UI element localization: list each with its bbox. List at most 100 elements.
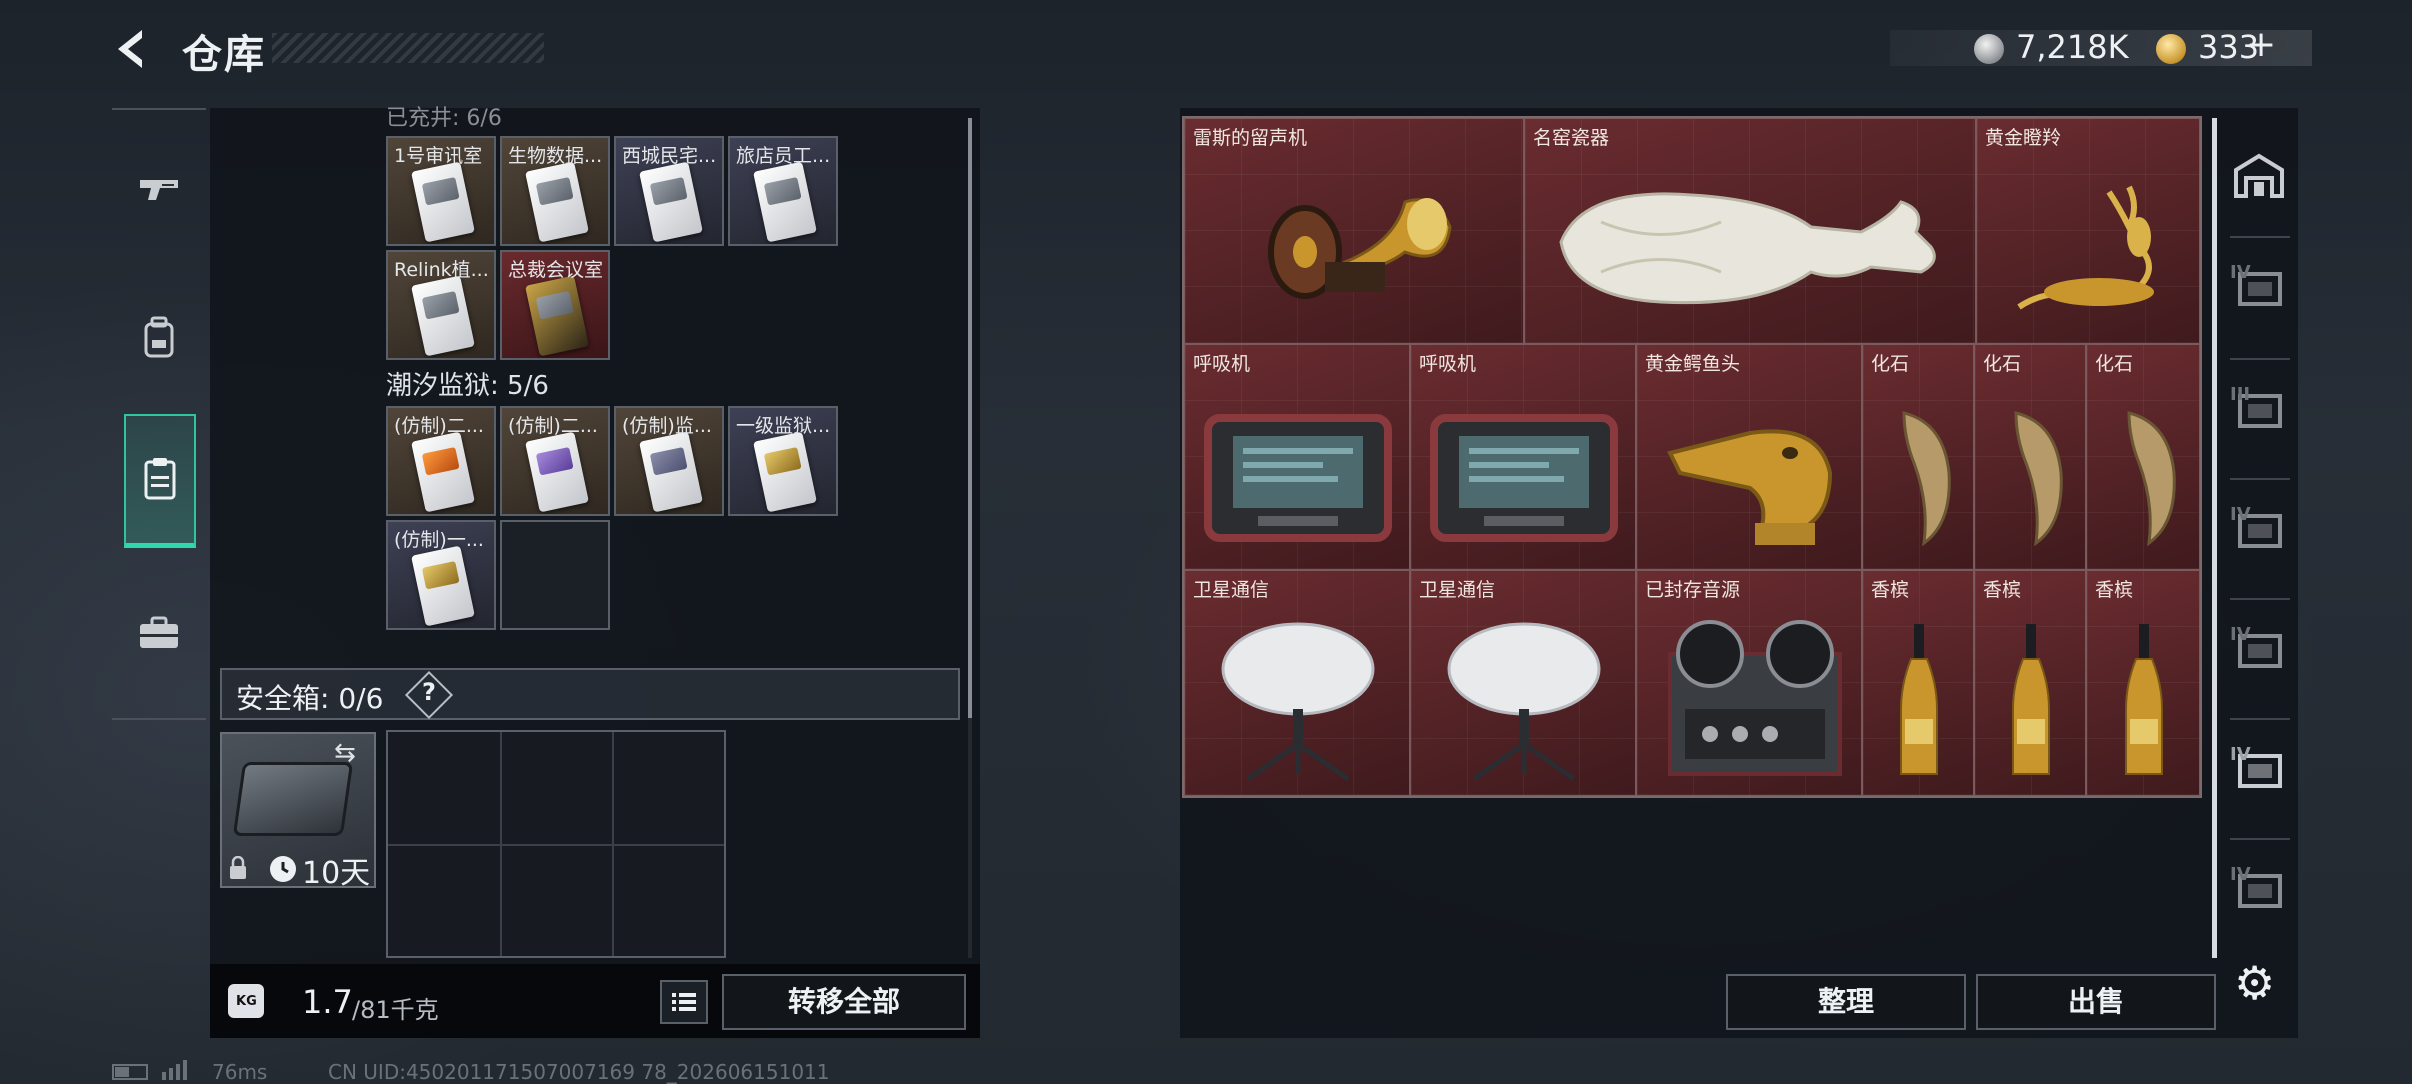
champagne-icon [2114, 614, 2174, 788]
keycard-slot[interactable]: 一级监狱... [728, 406, 838, 516]
storage-item[interactable]: 呼吸机 [1184, 344, 1410, 570]
backpack-icon[interactable] [126, 306, 192, 372]
add-gold-button[interactable]: + [2246, 24, 2276, 65]
keycard-slot[interactable]: 生物数据... [500, 136, 610, 246]
porcelain-vase-icon [1541, 172, 1961, 326]
keycard-slot[interactable]: (仿制)二... [386, 406, 496, 516]
keycard-icon [639, 431, 703, 513]
list-view-button[interactable] [660, 980, 708, 1024]
keycard-icon [525, 431, 589, 513]
right-nav-tab[interactable]: IV [2228, 618, 2290, 680]
sell-button[interactable]: 出售 [1976, 974, 2216, 1030]
right-nav-tab[interactable]: IV [2228, 738, 2290, 800]
item-label: 名窑瓷器 [1533, 127, 1610, 149]
settings-gear-icon[interactable]: ⚙ [2234, 956, 2275, 1010]
swap-icon[interactable]: ⇆ [334, 738, 356, 768]
back-arrow-icon[interactable] [110, 26, 156, 72]
keycard-label: Relink植... [394, 259, 489, 281]
keycard-icon [525, 275, 589, 357]
storage-item[interactable]: 卫星通信 [1184, 570, 1410, 796]
keycard-label: 一级监狱... [736, 415, 831, 437]
keycard-slot[interactable]: (仿制)二... [500, 406, 610, 516]
keycard-label: (仿制)一... [394, 529, 484, 551]
keycard-slot[interactable]: (仿制)一... [386, 520, 496, 630]
gold-gazelle-icon [1989, 167, 2189, 331]
keycard-slot[interactable]: 总裁会议室 [500, 250, 610, 360]
keycard-icon [753, 431, 817, 513]
storage-item[interactable]: 呼吸机 [1410, 344, 1636, 570]
transfer-all-button[interactable]: 转移全部 [722, 974, 966, 1030]
clock-icon [270, 856, 296, 882]
storage-item[interactable]: 黄金鳄鱼头 [1636, 344, 1862, 570]
keycard-icon [639, 161, 703, 243]
keycard-slot[interactable]: Relink植... [386, 250, 496, 360]
keycard-icon [411, 545, 475, 627]
safe-box-grid[interactable] [386, 730, 726, 958]
storage-item[interactable]: 香槟 [2086, 570, 2200, 796]
keycard-icon [525, 161, 589, 243]
gramophone-icon [1245, 172, 1465, 326]
sort-button[interactable]: 整理 [1726, 974, 1966, 1030]
title-decoration [272, 33, 544, 63]
fossil-claw-icon [1874, 393, 1964, 557]
tier-label: IV [2230, 504, 2251, 525]
empty-slot[interactable] [500, 520, 610, 630]
champagne-icon [1889, 614, 1949, 788]
scrollbar-thumb[interactable] [968, 118, 972, 718]
right-nav-tab[interactable]: III [2228, 378, 2290, 440]
keycard-icon [411, 161, 475, 243]
tier-label: IV [2230, 262, 2251, 283]
storage-item[interactable]: 卫星通信 [1410, 570, 1636, 796]
pistol-icon[interactable] [126, 156, 192, 222]
keycard-label: 总裁会议室 [508, 259, 604, 281]
right-nav-tab[interactable]: IV [2228, 498, 2290, 560]
keycard-label: (仿制)二... [394, 415, 484, 437]
group-title-text: 潮汐监狱: 5/6 [386, 371, 549, 401]
storage-item[interactable]: 雷斯的留声机 [1184, 118, 1524, 344]
keycard-icon [411, 431, 475, 513]
silver-amount: 7,218K [2016, 28, 2129, 66]
ventilator-icon [1424, 398, 1624, 552]
right-scrollbar[interactable] [2212, 118, 2217, 958]
keycard-slot[interactable]: 旅店员工... [728, 136, 838, 246]
safe-box-label-text: 安全箱: [236, 682, 330, 715]
storage-item[interactable]: 黄金瞪羚 [1976, 118, 2200, 344]
keycard-slot[interactable]: (仿制)监... [614, 406, 724, 516]
storage-item[interactable]: 化石 [1974, 344, 2086, 570]
page-title: 仓库 [182, 32, 266, 78]
tier-label: IV [2230, 744, 2251, 765]
right-nav-tab[interactable]: IV [2228, 256, 2290, 318]
keycard-icon [753, 161, 817, 243]
right-nav-tab[interactable]: IV [2228, 858, 2290, 920]
item-label: 香槟 [1871, 579, 1910, 601]
item-label: 香槟 [1983, 579, 2022, 601]
battery-icon [112, 1064, 148, 1080]
gold-coin-icon [2156, 34, 2186, 64]
fossil-claw-icon [1986, 393, 2076, 557]
nav-storage-tab[interactable] [124, 414, 196, 548]
storage-item[interactable]: 已封存音源 [1636, 570, 1862, 796]
list-icon [672, 993, 696, 1011]
satellite-dish-icon [1424, 614, 1624, 788]
warehouse-icon[interactable] [2228, 146, 2290, 208]
gold-crocodile-head-icon [1650, 393, 1850, 557]
storage-item[interactable]: 香槟 [1974, 570, 2086, 796]
storage-item[interactable]: 香槟 [1862, 570, 1974, 796]
uid-text: CN UID:450201171507007169 78_20260615101… [328, 1060, 830, 1084]
storage-item[interactable]: 化石 [2086, 344, 2200, 570]
keycard-group-title: 潮汐监狱: 5/6 [386, 365, 549, 402]
item-label: 化石 [1983, 353, 2022, 375]
item-label: 呼吸机 [1193, 353, 1251, 375]
briefcase-icon[interactable] [126, 600, 192, 666]
satellite-dish-icon [1198, 614, 1398, 788]
item-label: 黄金鳄鱼头 [1645, 353, 1741, 375]
keycard-slot[interactable]: 1号审讯室 [386, 136, 496, 246]
storage-item[interactable]: 化石 [1862, 344, 1974, 570]
keycard-slot[interactable]: 西城民宅... [614, 136, 724, 246]
clipboard-icon [144, 458, 176, 500]
lock-icon [230, 856, 246, 879]
keycard-label: (仿制)二... [508, 415, 598, 437]
keycard-label: 旅店员工... [736, 145, 831, 167]
storage-item[interactable]: 名窑瓷器 [1524, 118, 1976, 344]
safe-box-days-remaining: 10天 [302, 856, 371, 891]
